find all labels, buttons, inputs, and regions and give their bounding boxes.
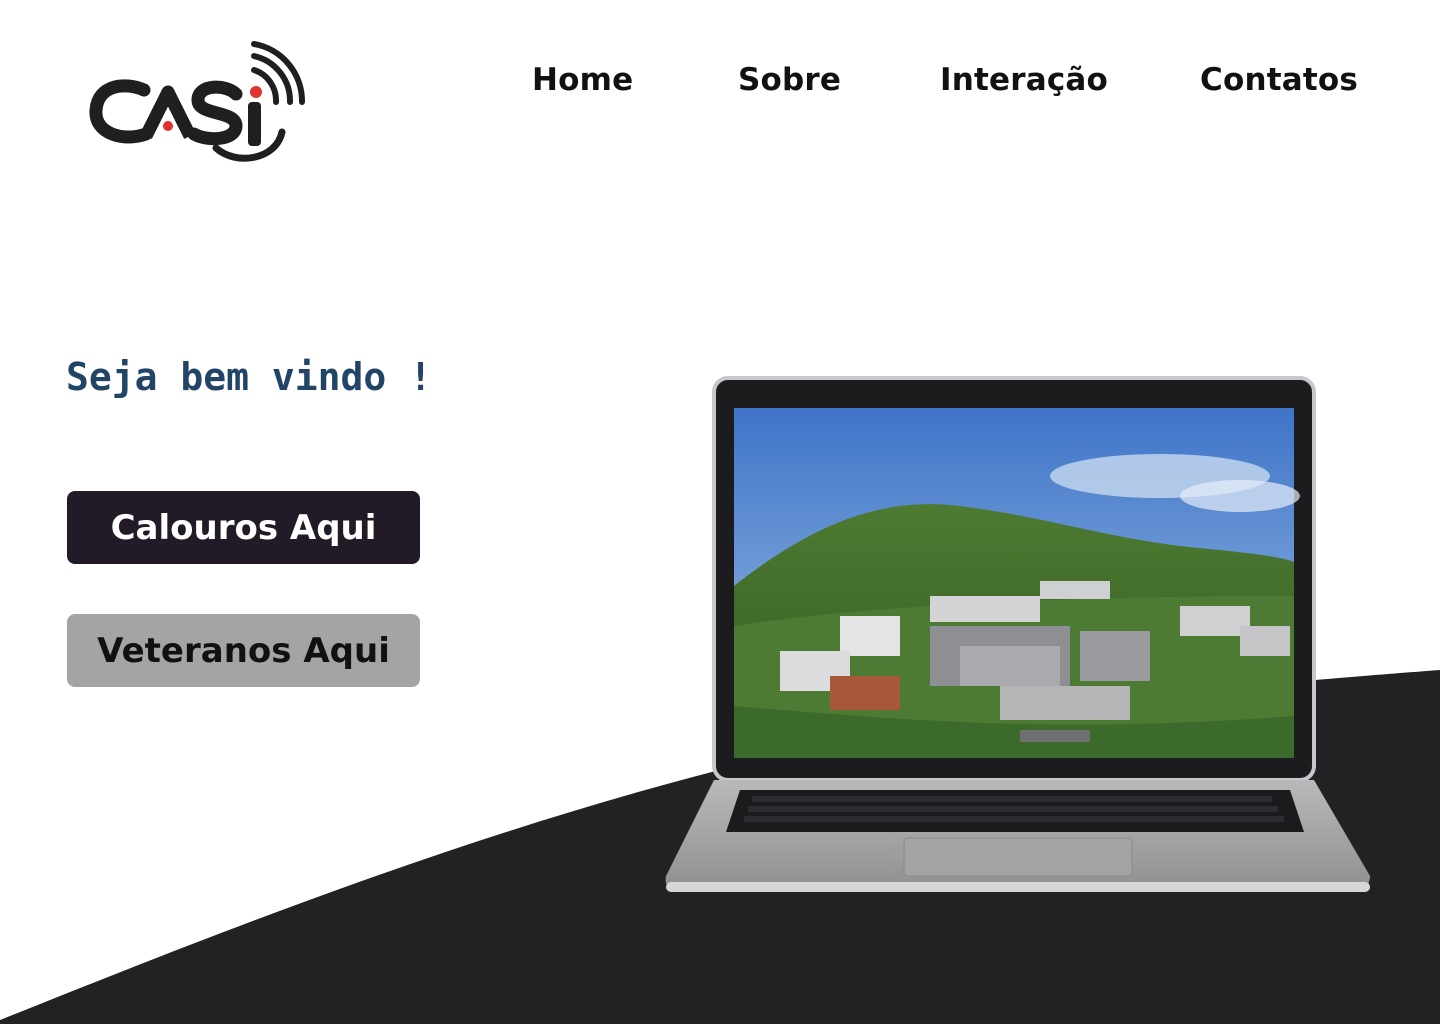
welcome-heading: Seja bem vindo !: [66, 355, 433, 399]
campus-photo: [734, 408, 1300, 758]
main-nav: Home Sobre Interação Contatos: [0, 58, 1440, 102]
nav-contatos[interactable]: Contatos: [1200, 58, 1358, 102]
calouros-button[interactable]: Calouros Aqui: [67, 491, 420, 564]
nav-home[interactable]: Home: [532, 58, 633, 102]
laptop-image: [665, 376, 1370, 892]
veteranos-button[interactable]: Veteranos Aqui: [67, 614, 420, 687]
nav-sobre[interactable]: Sobre: [738, 58, 841, 102]
nav-interacao[interactable]: Interação: [940, 58, 1108, 102]
